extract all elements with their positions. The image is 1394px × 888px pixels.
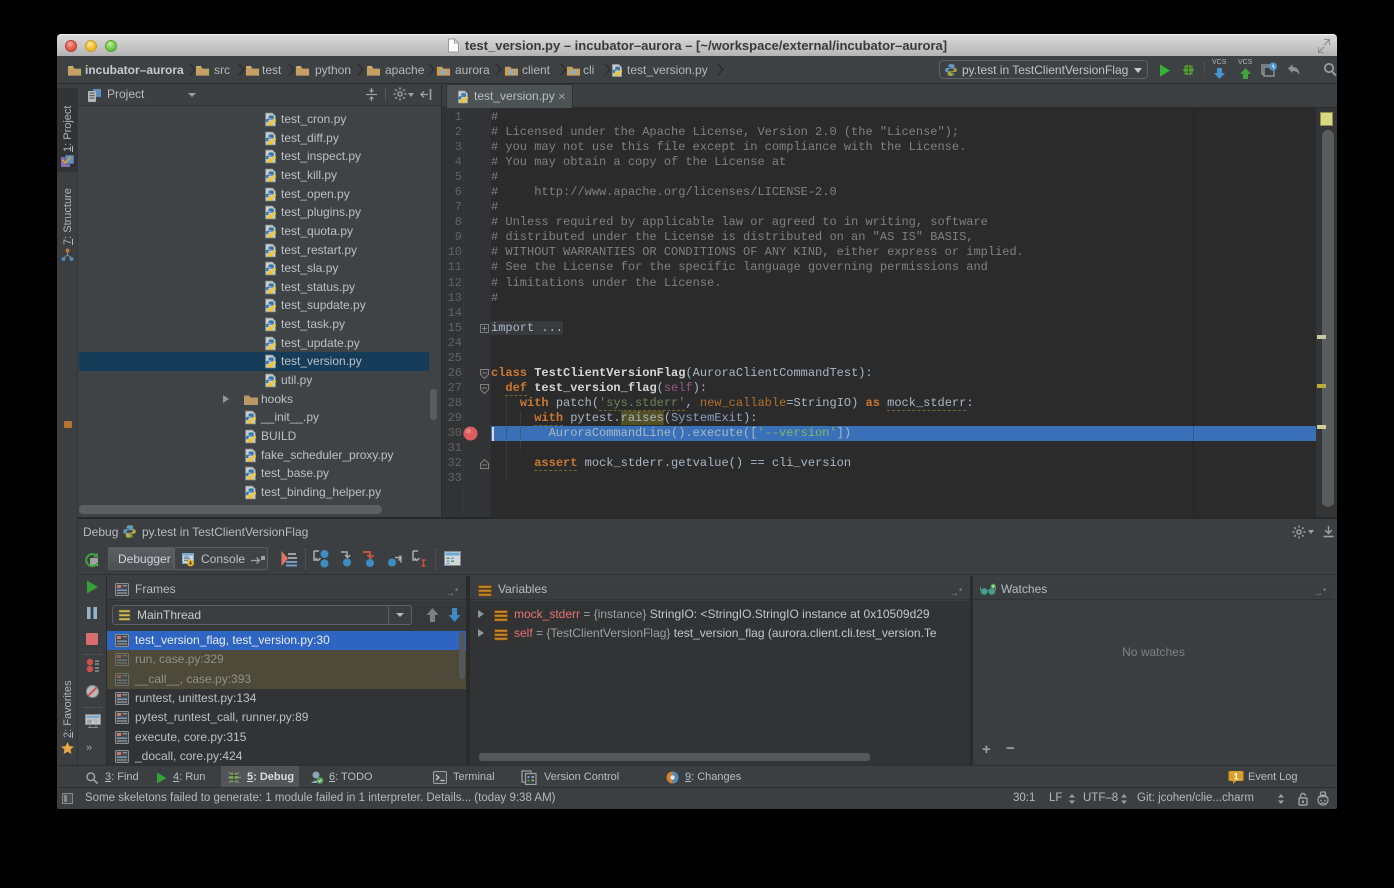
svg-text:1: 1 (1233, 772, 1238, 782)
